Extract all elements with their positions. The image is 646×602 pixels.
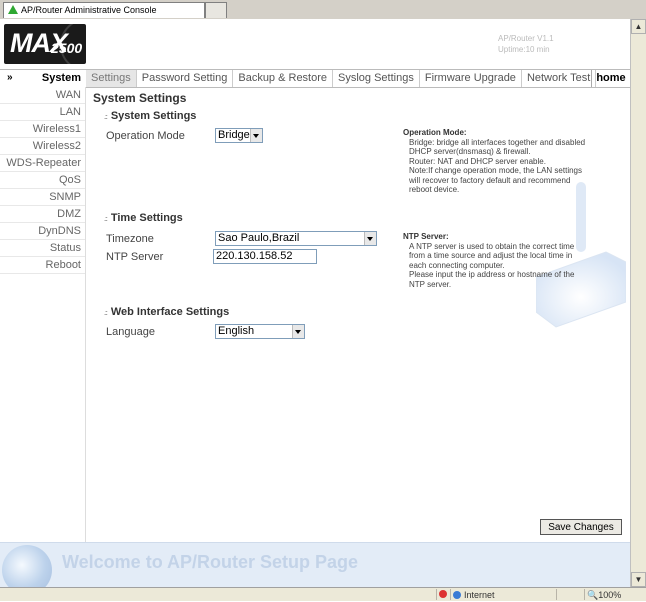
sidebar-item-status[interactable]: Status [0, 240, 85, 257]
help-line: will recover to factory default and reco… [409, 175, 571, 185]
help-line: Please input the ip address or hostname … [409, 270, 575, 279]
blocked-icon [436, 589, 447, 600]
welcome-banner: Welcome to AP/Router Setup Page [62, 552, 359, 572]
logo-number: 2500 [51, 40, 83, 56]
zoom-level: 100% [598, 590, 622, 600]
help-line: DHCP server(dnsmasq) & firewall. [409, 147, 531, 156]
sidebar: WAN LAN Wireless1 Wireless2 WDS-Repeater… [0, 87, 85, 274]
tab-backup-restore[interactable]: Backup & Restore [233, 70, 334, 87]
chevron-down-icon[interactable] [364, 232, 376, 245]
zoom-control[interactable]: 🔍100% [584, 589, 633, 600]
help-line: Bridge: bridge all interfaces together a… [409, 137, 586, 147]
sidebar-item-qos[interactable]: QoS [0, 172, 85, 189]
model-version: AP/Router V1.1 [498, 34, 554, 43]
operation-mode-select[interactable]: Bridge [215, 128, 263, 143]
sidebar-item-snmp[interactable]: SNMP [0, 189, 85, 206]
tab-strip: Settings Password Setting Backup & Resto… [86, 70, 597, 87]
logo: MAX 2500 [4, 24, 86, 64]
timezone-select[interactable]: Sao Paulo,Brazil [215, 231, 377, 246]
tab-settings[interactable]: Settings [86, 70, 137, 87]
section-time-title: Time Settings [110, 212, 183, 224]
help-line: each connecting computer. [409, 260, 505, 270]
current-section: » System [0, 70, 85, 87]
operation-mode-help-title: Operation Mode: [403, 128, 467, 137]
section-time-settings: .:: Time Settings [104, 212, 183, 224]
sidebar-item-dmz[interactable]: DMZ [0, 206, 85, 223]
timezone-label: Timezone [106, 233, 154, 245]
help-line: A NTP server is used to obtain the corre… [409, 241, 575, 251]
double-chevron-icon: » [7, 72, 13, 83]
section-bullet-icon: .:: [104, 310, 108, 317]
browser-status-bar: Internet 🔍100% [0, 587, 646, 601]
browser-tab-title: AP/Router Administrative Console [21, 5, 157, 15]
help-line: from a time source and adjust the local … [409, 251, 573, 260]
help-line: reboot device. [409, 185, 460, 194]
operation-mode-value: Bridge [218, 129, 250, 141]
ntp-server-input[interactable]: 220.130.158.52 [213, 249, 317, 264]
ntp-help: NTP Server: A NTP server is used to obta… [403, 232, 603, 289]
operation-mode-help: Operation Mode: Bridge: bridge all inter… [403, 128, 603, 195]
tab-firmware-upgrade[interactable]: Firmware Upgrade [420, 70, 522, 87]
sidebar-item-wan[interactable]: WAN [0, 87, 85, 104]
sidebar-item-wds-repeater[interactable]: WDS-Repeater [0, 155, 85, 172]
sidebar-item-wireless1[interactable]: Wireless1 [0, 121, 85, 138]
main-content: System Settings .:: System Settings Opera… [86, 87, 630, 542]
sidebar-item-lan[interactable]: LAN [0, 104, 85, 121]
scroll-up-icon[interactable]: ▲ [631, 19, 646, 34]
browser-tab[interactable]: AP/Router Administrative Console [3, 2, 205, 18]
help-line: NTP server. [409, 279, 452, 289]
sidebar-item-dyndns[interactable]: DynDNS [0, 223, 85, 240]
uptime-label: Uptime: [498, 45, 526, 54]
help-line: Router: NAT and DHCP server enable. [409, 156, 546, 166]
section-bullet-icon: .:: [104, 114, 108, 121]
save-changes-button[interactable]: Save Changes [540, 519, 622, 535]
zoom-icon: 🔍 [587, 590, 599, 600]
chevron-down-icon[interactable] [292, 325, 304, 338]
section-system-title: System Settings [110, 110, 197, 122]
security-zone: Internet [450, 589, 553, 600]
language-label: Language [106, 326, 155, 338]
page-favicon-icon [8, 5, 18, 14]
ntp-server-label: NTP Server [106, 251, 164, 263]
scroll-down-icon[interactable]: ▼ [631, 572, 646, 587]
sidebar-item-reboot[interactable]: Reboot [0, 257, 85, 274]
section-web-interface-settings: .:: Web Interface Settings [104, 306, 229, 318]
vertical-scrollbar[interactable]: ▲ ▼ [630, 19, 646, 587]
language-value: English [218, 325, 255, 337]
browser-tab-bar: AP/Router Administrative Console [0, 0, 646, 20]
ntp-help-title: NTP Server: [403, 232, 449, 241]
section-web-title: Web Interface Settings [110, 306, 230, 318]
language-select[interactable]: English [215, 324, 305, 339]
page-footer: Welcome to AP/Router Setup Page [0, 542, 630, 588]
help-line: Note:If change operation mode, the LAN s… [409, 166, 582, 175]
uptime-value: 10 min [525, 45, 550, 54]
section-bullet-icon: .:: [104, 216, 108, 223]
globe-icon [2, 545, 52, 588]
tab-password-setting[interactable]: Password Setting [137, 70, 234, 87]
operation-mode-label: Operation Mode [106, 130, 185, 142]
section-system-settings: .:: System Settings [104, 110, 196, 122]
top-nav: » System Settings Password Setting Backu… [0, 69, 630, 88]
tab-syslog-settings[interactable]: Syslog Settings [333, 70, 420, 87]
security-zone-label: Internet [464, 590, 495, 600]
protected-mode-icon[interactable] [556, 589, 581, 600]
timezone-value: Sao Paulo,Brazil [218, 232, 300, 244]
device-info: AP/Router V1.1 Uptime:10 min [498, 33, 554, 55]
chevron-down-icon[interactable] [250, 129, 262, 142]
tab-network-test[interactable]: Network Test [522, 70, 597, 87]
current-section-label: System [41, 72, 81, 84]
home-link[interactable]: home [591, 70, 630, 87]
new-tab-button[interactable] [205, 2, 227, 18]
page-title: System Settings [93, 91, 187, 105]
sidebar-item-wireless2[interactable]: Wireless2 [0, 138, 85, 155]
globe-icon [453, 591, 461, 599]
